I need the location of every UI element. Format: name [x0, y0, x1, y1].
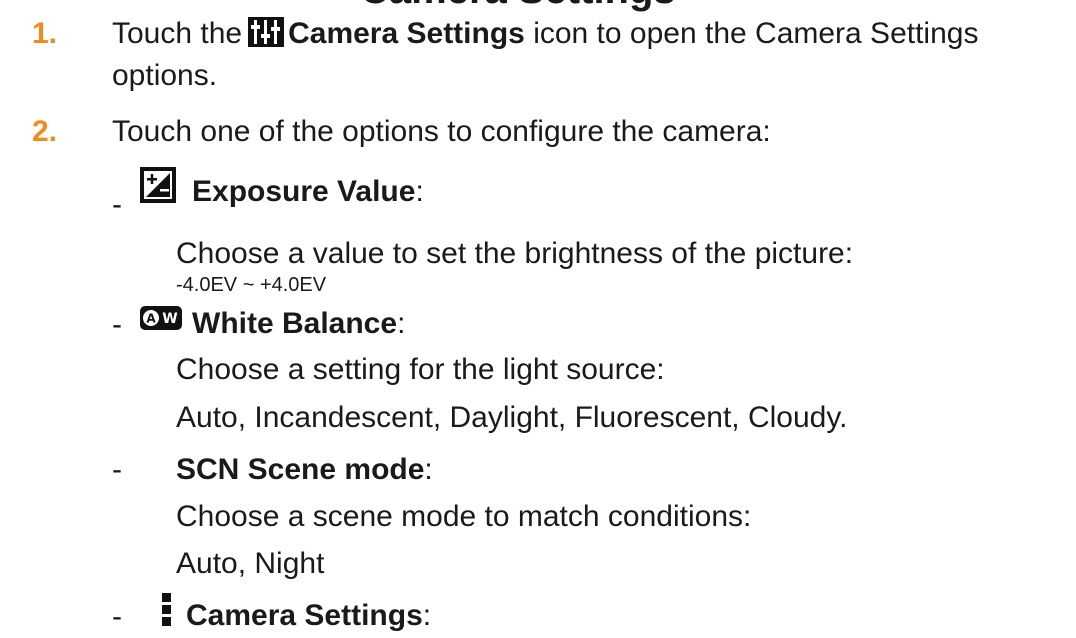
option-camera-settings-dash: - [112, 600, 122, 633]
option-white-balance-label: White Balance [192, 307, 398, 340]
option-scene-description: Choose a scene mode to match conditions: [176, 500, 752, 533]
step-1: 1. Touch the Camera Settings icon to ope… [0, 14, 1076, 54]
step-1-text-after: icon to open the Camera Settings [533, 17, 979, 50]
step-2: 2. Touch one of the options to configure… [0, 112, 1076, 152]
option-exposure-range: -4.0EV ~ +4.0EV [176, 274, 327, 296]
svg-text:W: W [162, 311, 177, 327]
step-1-text-before: Touch the [112, 17, 243, 50]
camera-settings-sliders-icon [248, 17, 285, 58]
step-1-number: 1. [32, 17, 58, 50]
option-white-balance-description: Choose a setting for the light source: [176, 353, 665, 386]
option-exposure-title: Exposure Value: [140, 167, 424, 214]
option-exposure-label: Exposure Value [192, 175, 416, 208]
option-white-balance-title: A W White Balance: [140, 301, 405, 344]
step-1-bold: Camera Settings [288, 17, 525, 50]
white-balance-icon: A W [140, 301, 182, 341]
step-1-text: Touch the Camera Settings icon to open t… [112, 14, 978, 58]
option-white-balance-values: Auto, Incandescent, Daylight, Fluorescen… [176, 401, 848, 434]
option-scene-values: Auto, Night [176, 547, 325, 580]
option-scene-colon: : [424, 453, 433, 486]
option-white-balance-colon: : [397, 307, 406, 340]
option-exposure-colon: : [415, 175, 424, 208]
option-exposure-dash: - [112, 188, 122, 221]
step-1-line-2: options. [112, 59, 218, 92]
option-scene-dash: - [112, 453, 122, 486]
option-scene-label: SCN Scene mode [176, 453, 425, 486]
camera-settings-more-icon [160, 593, 172, 638]
option-camera-settings-label: Camera Settings [186, 599, 423, 632]
option-camera-settings-title: Camera Settings: [160, 593, 431, 638]
step-2-text: Touch one of the options to configure th… [112, 115, 771, 148]
section-heading: Camera Settings [360, 0, 676, 13]
option-white-balance-dash: - [112, 308, 122, 341]
option-camera-settings-colon: : [422, 599, 432, 632]
exposure-value-icon [140, 167, 176, 214]
manual-page: Camera Settings 1. Touch the Camera Sett… [0, 0, 1076, 637]
svg-text:A: A [146, 312, 156, 326]
step-2-number: 2. [32, 115, 58, 148]
option-scene-title: SCN Scene mode: [176, 450, 433, 490]
option-exposure-description: Choose a value to set the brightness of … [176, 237, 854, 270]
